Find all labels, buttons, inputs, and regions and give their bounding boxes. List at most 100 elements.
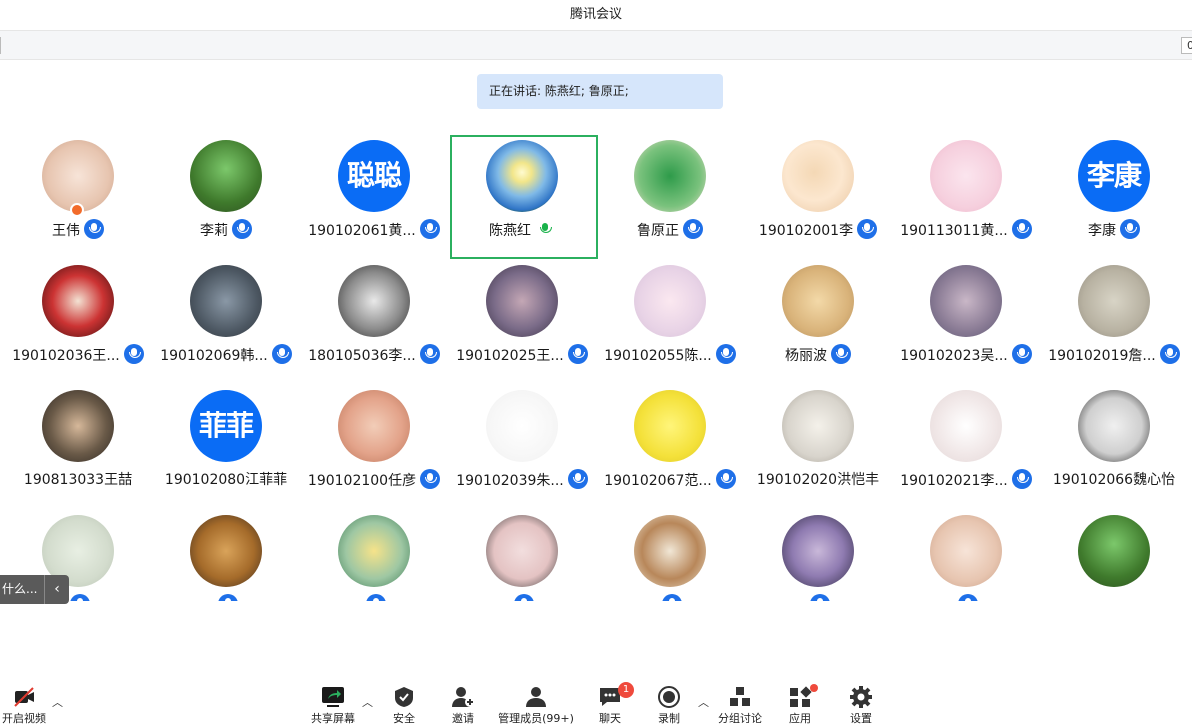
participant-avatar — [782, 140, 854, 212]
participant-tile[interactable]: 190102021李... — [892, 383, 1040, 508]
participant-tile[interactable]: 陈燕红 — [448, 133, 596, 258]
participant-tile[interactable]: 190102100任彦 — [300, 383, 448, 508]
participant-tile[interactable]: 鲁原正 — [596, 133, 744, 258]
participant-name-row: 王伟 — [4, 219, 152, 242]
left-field — [0, 37, 2, 54]
participant-tile[interactable]: 王伟 — [4, 133, 152, 258]
participant-avatar — [486, 140, 558, 212]
apps-icon — [790, 686, 812, 707]
participant-tile[interactable]: 190113011黄... — [892, 133, 1040, 258]
window-title: 腾讯会议 — [0, 0, 1192, 30]
participant-tile[interactable] — [596, 508, 744, 601]
participant-tile[interactable]: 杨丽波 — [744, 258, 892, 383]
participant-tile[interactable]: 190102019詹... — [1040, 258, 1188, 383]
participant-tile[interactable] — [300, 508, 448, 601]
microphone-icon[interactable] — [70, 594, 90, 601]
microphone-icon[interactable] — [958, 594, 978, 601]
share-screen-button[interactable]: 共享屏幕 — [293, 686, 373, 726]
participant-tile[interactable]: 190102067范... — [596, 383, 744, 508]
right-field[interactable]: 0 — [1181, 37, 1192, 54]
breakout-rooms-icon — [730, 687, 750, 706]
participant-name: 190102055陈... — [604, 348, 712, 364]
participant-name: 190102020洪恺丰 — [756, 472, 880, 488]
participant-tile[interactable]: 李康 李康 — [1040, 133, 1188, 258]
chevron-left-icon[interactable]: ‹ — [44, 575, 69, 604]
participant-tile[interactable] — [1040, 508, 1188, 601]
participant-name: 190102067范... — [604, 473, 712, 489]
participant-avatar — [486, 390, 558, 462]
participant-name: 李康 — [1088, 223, 1116, 239]
video-off-icon — [14, 687, 34, 707]
participant-tile[interactable]: 190102023吴... — [892, 258, 1040, 383]
participant-tile[interactable] — [744, 508, 892, 601]
microphone-icon[interactable] — [123, 344, 144, 364]
microphone-icon[interactable] — [271, 344, 292, 364]
microphone-icon[interactable] — [366, 594, 386, 601]
participant-tile[interactable]: 聪聪 190102061黄... — [300, 133, 448, 258]
gear-icon — [850, 686, 872, 708]
participant-name-row: 190102019詹... — [1040, 344, 1188, 367]
participant-avatar — [42, 265, 114, 337]
participant-tile[interactable]: 190102055陈... — [596, 258, 744, 383]
microphone-icon[interactable] — [535, 219, 555, 239]
microphone-icon[interactable] — [683, 219, 703, 239]
participant-tile[interactable]: 190102039朱... — [448, 383, 596, 508]
microphone-icon[interactable] — [1011, 344, 1032, 364]
microphone-icon[interactable] — [662, 594, 682, 601]
participant-name: 鲁原正 — [637, 223, 679, 239]
participant-tile[interactable]: 190102020洪恺丰 — [744, 383, 892, 508]
participant-avatar: 李康 — [1078, 140, 1150, 212]
participant-tile[interactable]: 190102001李 — [744, 133, 892, 258]
participant-tile[interactable]: 190102066魏心怡 — [1040, 383, 1188, 508]
microphone-icon[interactable] — [419, 219, 440, 239]
microphone-icon[interactable] — [857, 219, 878, 239]
microphone-icon[interactable] — [1011, 469, 1032, 489]
microphone-icon[interactable] — [514, 594, 534, 601]
participant-name-row — [892, 594, 1040, 601]
participant-name-row: 杨丽波 — [744, 344, 892, 367]
microphone-icon[interactable] — [567, 469, 588, 489]
participant-name: 190102001李 — [758, 223, 854, 239]
microphone-icon[interactable] — [419, 344, 440, 364]
settings-button[interactable]: 设置 — [821, 686, 901, 726]
participant-tile[interactable] — [448, 508, 596, 601]
participant-avatar — [1078, 265, 1150, 337]
participant-tile[interactable]: 李莉 — [152, 133, 300, 258]
microphone-icon[interactable] — [1011, 219, 1032, 239]
participant-name-row: 190102069韩... — [152, 344, 300, 367]
participant-name: 190102061黄... — [308, 223, 416, 239]
participant-tile[interactable]: 菲菲 190102080江菲菲 — [152, 383, 300, 508]
invite-button[interactable]: 邀请 — [423, 686, 503, 726]
microphone-icon[interactable] — [567, 344, 588, 364]
participant-name-row — [448, 594, 596, 601]
microphone-icon[interactable] — [810, 594, 830, 601]
record-button[interactable]: 录制 — [629, 686, 709, 726]
manage-members-button[interactable]: 管理成员(99+) — [496, 686, 576, 726]
microphone-icon[interactable] — [831, 344, 851, 364]
participant-name: 190102100任彦 — [307, 473, 417, 489]
microphone-icon[interactable] — [715, 344, 736, 364]
video-options-caret-icon[interactable]: ︿ — [52, 694, 63, 710]
microphone-icon[interactable] — [715, 469, 736, 489]
microphone-icon[interactable] — [1120, 219, 1140, 239]
members-icon — [526, 687, 546, 707]
participant-avatar — [782, 515, 854, 587]
participant-tile[interactable]: 190102025王... — [448, 258, 596, 383]
microphone-icon[interactable] — [84, 219, 104, 239]
side-collapse-tab[interactable]: 什么... ‹ — [0, 575, 69, 604]
microphone-icon[interactable] — [1159, 344, 1180, 364]
participant-tile[interactable]: 190102069韩... — [152, 258, 300, 383]
microphone-icon[interactable] — [232, 219, 252, 239]
participant-tile[interactable]: 190102036王... — [4, 258, 152, 383]
microphone-icon[interactable] — [420, 469, 441, 489]
microphone-icon[interactable] — [218, 594, 238, 601]
participant-tile[interactable] — [152, 508, 300, 601]
participant-name-row — [300, 594, 448, 601]
participant-tile[interactable]: 180105036李... — [300, 258, 448, 383]
participant-tile[interactable]: 190813033王喆 — [4, 383, 152, 508]
participant-name: 陈燕红 — [489, 223, 531, 239]
participant-avatar — [634, 390, 706, 462]
participant-name: 190102039朱... — [456, 473, 564, 489]
participant-tile[interactable] — [892, 508, 1040, 601]
participant-avatar: 菲菲 — [190, 390, 262, 462]
